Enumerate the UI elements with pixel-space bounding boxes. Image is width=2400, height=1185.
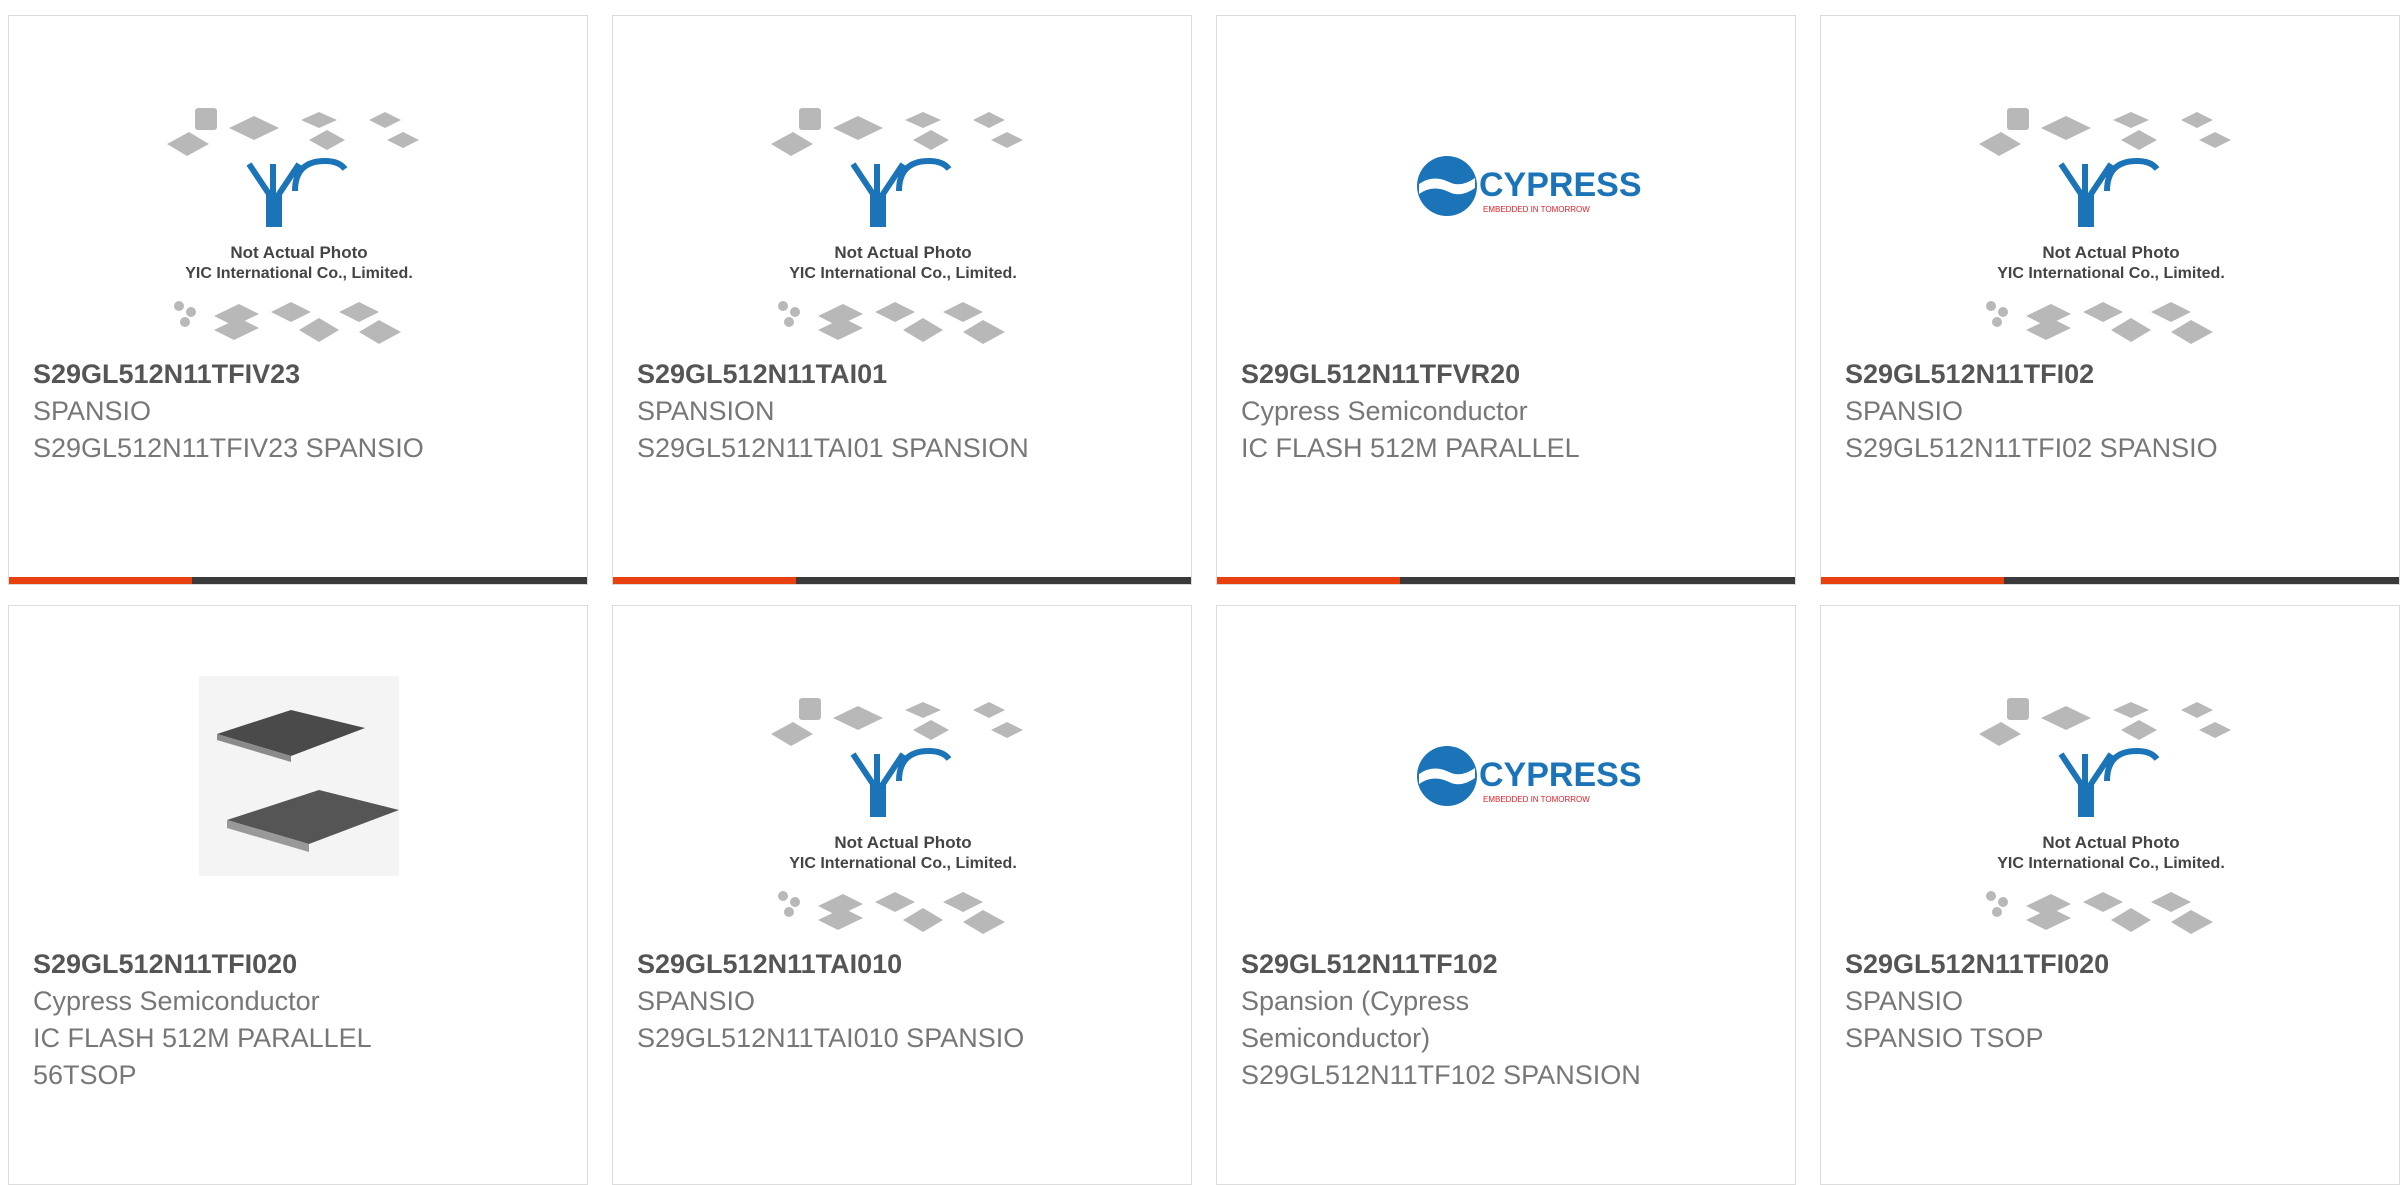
product-image-yic-placeholder[interactable]: Not Actual Photo YIC International Co., … — [1821, 606, 2399, 946]
part-number-link[interactable]: S29GL512N11TFI020 — [1845, 946, 2375, 983]
product-grid: Not Actual Photo YIC International Co., … — [0, 0, 2400, 1185]
card-footer-bar — [1821, 577, 2399, 584]
card-footer-bar — [1217, 577, 1795, 584]
description: S29GL512N11TAI01 SPANSION — [637, 433, 1029, 463]
product-image-tsop-chip-photo[interactable] — [9, 606, 587, 946]
part-number-link[interactable]: S29GL512N11TFI020 — [33, 946, 563, 983]
card-footer-bar — [9, 577, 587, 584]
manufacturer: SPANSIO — [1845, 396, 1964, 426]
description: SPANSIO TSOP — [1845, 1023, 2044, 1053]
product-image-yic-placeholder[interactable]: Not Actual Photo YIC International Co., … — [613, 606, 1191, 946]
product-card[interactable]: S29GL512N11TFI020 Cypress Semiconductor … — [8, 605, 588, 1185]
product-card[interactable]: CYPRESS EMBEDDED IN TOMORROW S29GL512N11… — [1216, 605, 1796, 1185]
accent-bar — [1217, 577, 1400, 584]
manufacturer: Cypress Semiconductor — [33, 986, 320, 1016]
part-number-link[interactable]: S29GL512N11TFI02 — [1845, 356, 2375, 393]
product-card[interactable]: Not Actual Photo YIC International Co., … — [612, 15, 1192, 585]
accent-bar — [1821, 577, 2004, 584]
placeholder-line1: Not Actual Photo — [230, 243, 367, 262]
accent-bar — [9, 577, 192, 584]
manufacturer: Cypress Semiconductor — [1241, 396, 1528, 426]
description: S29GL512N11TAI010 SPANSIO — [637, 1023, 1025, 1053]
part-number-link[interactable]: S29GL512N11TAI01 — [637, 356, 1167, 393]
product-image-yic-placeholder[interactable]: Not Actual Photo YIC International Co., … — [9, 16, 587, 356]
placeholder-line1: Not Actual Photo — [2042, 833, 2179, 852]
placeholder-line2: YIC International Co., Limited. — [789, 265, 1017, 282]
placeholder-line1: Not Actual Photo — [834, 833, 971, 852]
product-image-yic-placeholder[interactable]: Not Actual Photo YIC International Co., … — [1821, 16, 2399, 356]
part-number-link[interactable]: S29GL512N11TF102 — [1241, 946, 1771, 983]
manufacturer: SPANSION — [637, 396, 775, 426]
product-card[interactable]: Not Actual Photo YIC International Co., … — [1820, 605, 2400, 1185]
description: IC FLASH 512M PARALLEL 56TSOP — [33, 1023, 371, 1090]
product-card[interactable]: Not Actual Photo YIC International Co., … — [612, 605, 1192, 1185]
product-card[interactable]: CYPRESS EMBEDDED IN TOMORROW S29GL512N11… — [1216, 15, 1796, 585]
card-footer-bar — [613, 577, 1191, 584]
placeholder-line2: YIC International Co., Limited. — [1997, 265, 2225, 282]
cypress-tagline: EMBEDDED IN TOMORROW — [1483, 795, 1590, 804]
cypress-tagline: EMBEDDED IN TOMORROW — [1483, 205, 1590, 214]
part-number-link[interactable]: S29GL512N11TAI010 — [637, 946, 1167, 983]
manufacturer: SPANSIO — [637, 986, 756, 1016]
description: IC FLASH 512M PARALLEL — [1241, 433, 1580, 463]
manufacturer: Spansion (Cypress Semiconductor) — [1241, 986, 1470, 1053]
placeholder-line1: Not Actual Photo — [2042, 243, 2179, 262]
part-number-link[interactable]: S29GL512N11TFVR20 — [1241, 356, 1771, 393]
cypress-brand: CYPRESS — [1479, 756, 1642, 794]
part-number-link[interactable]: S29GL512N11TFIV23 — [33, 356, 563, 393]
placeholder-line2: YIC International Co., Limited. — [185, 265, 413, 282]
product-card[interactable]: Not Actual Photo YIC International Co., … — [1820, 15, 2400, 585]
accent-bar — [613, 577, 796, 584]
description: S29GL512N11TFIV23 SPANSIO — [33, 433, 424, 463]
product-image-cypress-logo[interactable]: CYPRESS EMBEDDED IN TOMORROW — [1217, 606, 1795, 946]
placeholder-line2: YIC International Co., Limited. — [1997, 855, 2225, 872]
product-image-yic-placeholder[interactable]: Not Actual Photo YIC International Co., … — [613, 16, 1191, 356]
manufacturer: SPANSIO — [33, 396, 152, 426]
description: S29GL512N11TF102 SPANSION — [1241, 1060, 1641, 1090]
product-card[interactable]: Not Actual Photo YIC International Co., … — [8, 15, 588, 585]
cypress-brand: CYPRESS — [1479, 166, 1642, 204]
manufacturer: SPANSIO — [1845, 986, 1964, 1016]
product-image-cypress-logo[interactable]: CYPRESS EMBEDDED IN TOMORROW — [1217, 16, 1795, 356]
placeholder-line2: YIC International Co., Limited. — [789, 855, 1017, 872]
description: S29GL512N11TFI02 SPANSIO — [1845, 433, 2218, 463]
placeholder-line1: Not Actual Photo — [834, 243, 971, 262]
